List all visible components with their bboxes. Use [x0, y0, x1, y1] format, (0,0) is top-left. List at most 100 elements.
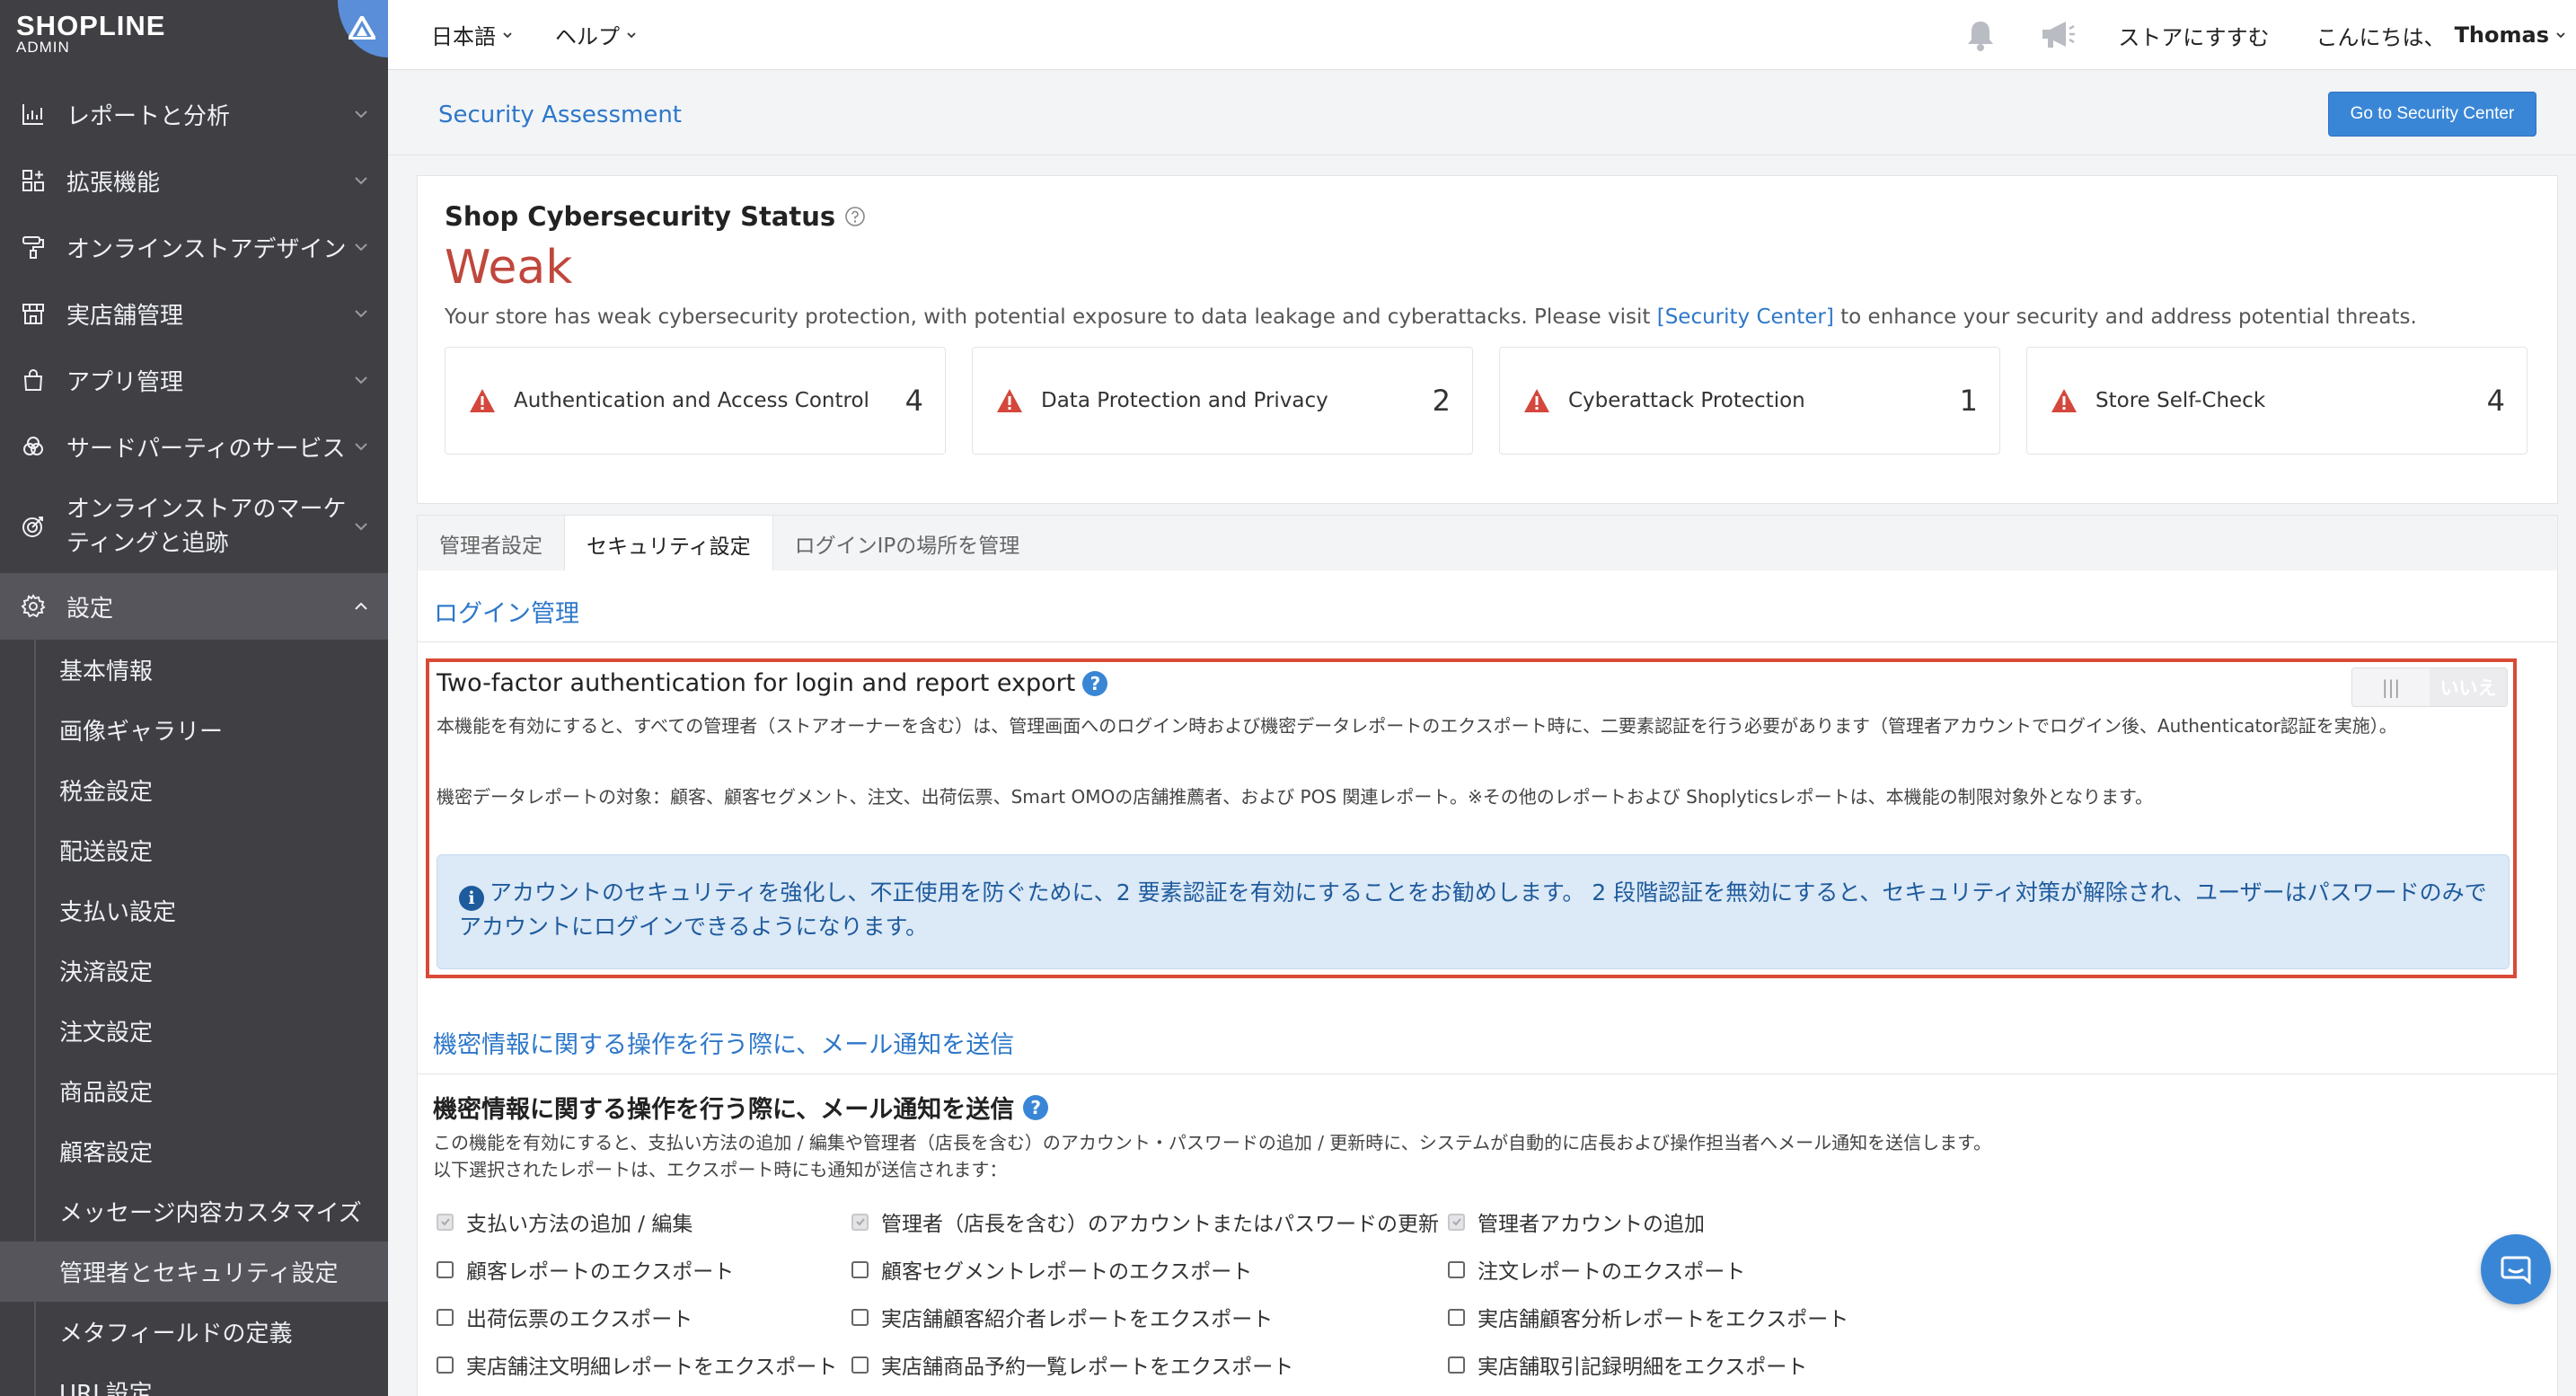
store-icon [18, 298, 49, 329]
sidebar-subitem-order[interactable]: 注文設定 [0, 1001, 388, 1061]
topbar: 日本語 ヘルプ ストアにすすむ こんにちは、 Thomas [388, 0, 2576, 70]
warning-icon [1523, 388, 1550, 413]
help-icon[interactable]: ? [1082, 670, 1108, 696]
chevron-down-icon [355, 523, 367, 531]
go-to-store-link[interactable]: ストアにすすむ [2118, 20, 2269, 51]
checkbox-label: 支払い方法の追加 / 編集 [466, 1213, 693, 1236]
risk-card-cyberattack[interactable]: Cyberattack Protection 1 [1499, 347, 2000, 455]
checkbox-label: 実店舗顧客分析レポートをエクスポート [1478, 1308, 1849, 1331]
checkbox-store-preorder[interactable]: 実店舗商品予約一覧レポートをエクスポート [851, 1349, 1293, 1380]
mail-notification-title: 機密情報に関する操作を行う際に、メール通知を送信 ? [433, 1090, 1049, 1125]
bell-icon[interactable] [1963, 18, 1998, 52]
app-root: SHOPLINE ADMIN レポートと分析 拡張機能 オンラインストアデザイン [0, 0, 2576, 1396]
checkbox-payment-method[interactable]: 支払い方法の追加 / 編集 [437, 1206, 693, 1237]
go-to-security-center-button[interactable]: Go to Security Center [2328, 92, 2536, 137]
risk-card-auth[interactable]: Authentication and Access Control 4 [445, 347, 946, 455]
sidebar-item-reports[interactable]: レポートと分析 [0, 81, 388, 147]
chevron-down-icon [355, 443, 367, 451]
checkbox-label: 実店舗注文明細レポートをエクスポート [466, 1356, 838, 1379]
sidebar-item-label: オンラインストアデザイン [66, 235, 347, 263]
checkbox-delivery-slip[interactable]: 出荷伝票のエクスポート [437, 1302, 693, 1332]
toggle-handle-icon: ||| [2381, 676, 2401, 698]
status-description: Your store has weak cybersecurity protec… [445, 305, 2417, 329]
sidebar-subitem-url[interactable]: URL設定 [0, 1362, 388, 1396]
checkbox-checked [851, 1213, 869, 1231]
sidebar-item-label: レポートと分析 [66, 102, 231, 130]
risk-count: 4 [904, 384, 923, 418]
greeting-text: こんにちは、 [2316, 24, 2446, 50]
tab-admin-settings[interactable]: 管理者設定 [418, 516, 564, 571]
sidebar-subitem-message-customize[interactable]: メッセージ内容カスタマイズ [0, 1181, 388, 1241]
chevron-down-icon [355, 376, 367, 384]
sidebar-subitem-image-gallery[interactable]: 画像ギャラリー [0, 700, 388, 760]
status-title-text: Shop Cybersecurity Status [445, 201, 836, 232]
sidebar-item-physical-store[interactable]: 実店舗管理 [0, 280, 388, 347]
sidebar-item-third-party[interactable]: サードパーティのサービス [0, 413, 388, 480]
checkbox-admin-password[interactable]: 管理者（店長を含む）のアカウントまたはパスワードの更新 [851, 1206, 1439, 1237]
sidebar-subitem-basic-info[interactable]: 基本情報 [0, 640, 388, 700]
sidebar-item-label-line: ティングと追跡 [66, 530, 229, 557]
help-label: ヘルプ [555, 24, 620, 49]
cybersecurity-status-card: Shop Cybersecurity Status Weak Your stor… [417, 175, 2558, 504]
checkbox-store-customer-analysis[interactable]: 実店舗顧客分析レポートをエクスポート [1448, 1302, 1848, 1332]
chat-icon [2501, 1256, 2531, 1286]
sidebar-item-label: アプリ管理 [66, 368, 184, 396]
checkbox-admin-add[interactable]: 管理者アカウントの追加 [1448, 1206, 1705, 1237]
toggle-off-label: いいえ [2430, 668, 2507, 706]
brand-name: SHOPLINE [16, 10, 166, 41]
checkbox-unchecked [851, 1356, 869, 1374]
tab-login-ip[interactable]: ログインIPの場所を管理 [773, 516, 1042, 571]
brand-sub: ADMIN [16, 39, 70, 56]
brand-logo[interactable]: SHOPLINE ADMIN [0, 0, 388, 72]
chart-icon [18, 99, 49, 129]
help-circle-icon[interactable] [844, 206, 866, 227]
risk-card-data-protection[interactable]: Data Protection and Privacy 2 [972, 347, 1473, 455]
checkbox-order-report[interactable]: 注文レポートのエクスポート [1448, 1254, 1745, 1285]
sidebar-subitem-metafields[interactable]: メタフィールドの定義 [0, 1302, 388, 1362]
chevron-down-icon [355, 310, 367, 318]
language-dropdown[interactable]: 日本語 [431, 19, 514, 50]
sidebar-subitem-customer[interactable]: 顧客設定 [0, 1121, 388, 1181]
risk-card-self-check[interactable]: Store Self-Check 4 [2026, 347, 2527, 455]
user-menu[interactable]: こんにちは、 Thomas [2316, 20, 2567, 51]
mail-notification-title-text: 機密情報に関する操作を行う際に、メール通知を送信 [433, 1096, 1015, 1124]
checkbox-customer-report[interactable]: 顧客レポートのエクスポート [437, 1254, 734, 1285]
help-dropdown[interactable]: ヘルプ [555, 19, 638, 50]
checkbox-store-referrer-report[interactable]: 実店舗顧客紹介者レポートをエクスポート [851, 1302, 1273, 1332]
mail-desc-line2: 以下選択されたレポートは、エクスポート時にも通知が送信されます： [433, 1159, 1008, 1180]
tfa-report-scope: 機密データレポートの対象：顧客、顧客セグメント、注文、出荷伝票、Smart OM… [437, 786, 2154, 808]
chat-button[interactable] [2481, 1234, 2551, 1304]
sidebar-item-online-store-design[interactable]: オンラインストアデザイン [0, 214, 388, 280]
sidebar-item-label: オンラインストアのマーケ ティングと追跡 [66, 492, 346, 561]
chevron-down-icon [355, 110, 367, 119]
sidebar-item-label: 設定 [66, 595, 114, 623]
sidebar-item-settings[interactable]: 設定 [0, 573, 388, 640]
status-level: Weak [445, 241, 573, 295]
mail-notification-description: この機能を有効にすると、支払い方法の追加 / 編集や管理者（店長を含む）のアカウ… [433, 1129, 1991, 1183]
checkbox-store-transaction[interactable]: 実店舗取引記録明細をエクスポート [1448, 1349, 1807, 1380]
megaphone-icon[interactable] [2039, 18, 2077, 52]
risk-label: Data Protection and Privacy [1041, 389, 1328, 412]
sidebar-item-extensions[interactable]: 拡張機能 [0, 147, 388, 214]
checkbox-store-order-detail[interactable]: 実店舗注文明細レポートをエクスポート [437, 1349, 837, 1380]
checkbox-label: 実店舗商品予約一覧レポートをエクスポート [881, 1356, 1294, 1379]
circles-icon [18, 431, 49, 462]
help-icon[interactable]: ? [1023, 1094, 1049, 1120]
sidebar-item-apps[interactable]: アプリ管理 [0, 347, 388, 413]
sidebar-item-marketing[interactable]: オンラインストアのマーケ ティングと追跡 [0, 480, 388, 573]
warning-icon [2051, 388, 2078, 413]
security-center-link[interactable]: [Security Center] [1657, 305, 1834, 329]
sidebar-subitem-payment[interactable]: 支払い設定 [0, 880, 388, 941]
tfa-toggle[interactable]: ||| いいえ [2351, 667, 2508, 707]
sidebar-subitem-checkout[interactable]: 決済設定 [0, 941, 388, 1001]
target-icon [18, 511, 49, 542]
sidebar-subitem-admin-security[interactable]: 管理者とセキュリティ設定 [0, 1241, 388, 1302]
sidebar-item-label: サードパーティのサービス [66, 435, 346, 463]
sidebar-subitem-product[interactable]: 商品設定 [0, 1061, 388, 1121]
sidebar-subitem-delivery[interactable]: 配送設定 [0, 820, 388, 880]
sidebar-item-label: 拡張機能 [66, 169, 161, 197]
tab-security-settings[interactable]: セキュリティ設定 [564, 516, 773, 572]
sidebar-subitem-tax[interactable]: 税金設定 [0, 760, 388, 820]
checkbox-segment-report[interactable]: 顧客セグメントレポートのエクスポート [851, 1254, 1252, 1285]
bag-icon [18, 365, 49, 395]
